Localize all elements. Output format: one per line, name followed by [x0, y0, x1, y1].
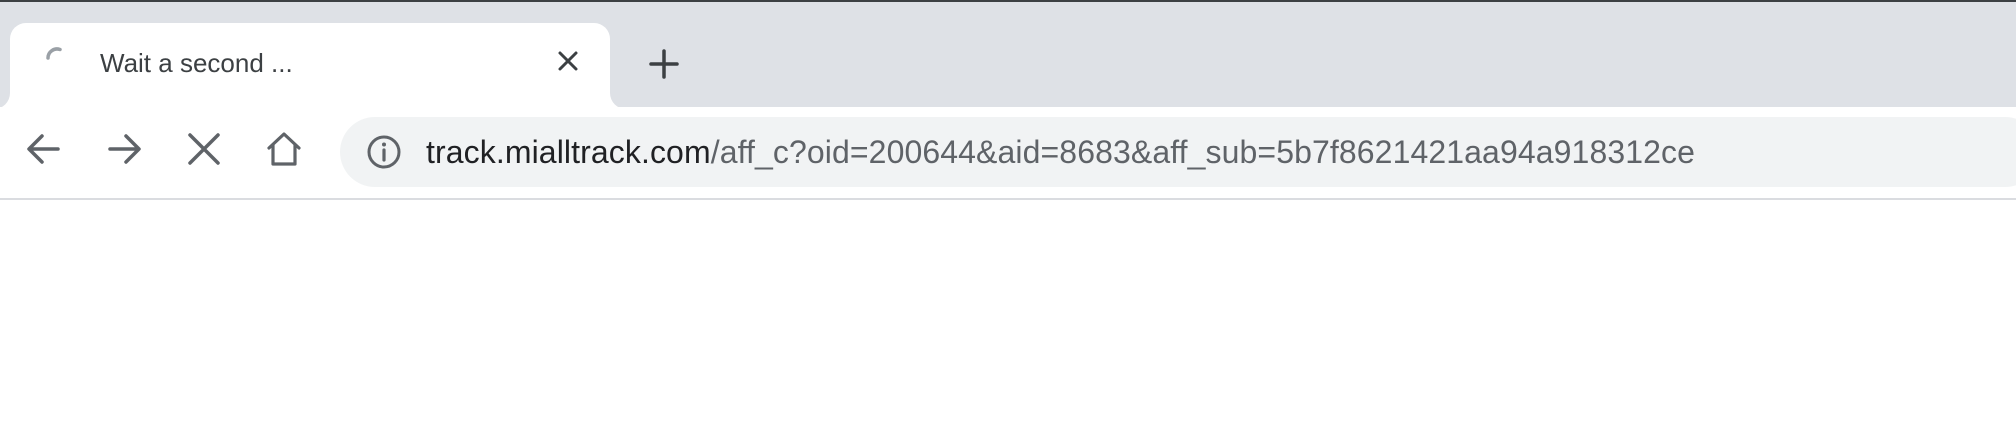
- tab-active[interactable]: Wait a second ...: [10, 23, 610, 109]
- toolbar: track.mialltrack.com/aff_c?oid=200644&ai…: [0, 107, 2016, 198]
- browser-window: Wait a second ... track.mialltrack.com/a…: [0, 0, 2016, 435]
- url-host: track.mialltrack.com: [426, 134, 711, 170]
- back-button[interactable]: [18, 125, 70, 177]
- arrow-right-icon: [104, 129, 144, 174]
- arrow-left-icon: [24, 129, 64, 174]
- url-text[interactable]: track.mialltrack.com/aff_c?oid=200644&ai…: [426, 134, 1695, 171]
- address-bar[interactable]: track.mialltrack.com/aff_c?oid=200644&ai…: [340, 117, 2016, 187]
- url-path: /aff_c?oid=200644&aid=8683&aff_sub=5b7f8…: [710, 134, 1696, 170]
- home-button[interactable]: [258, 125, 310, 177]
- stop-x-icon: [184, 129, 224, 174]
- tab-title: Wait a second ...: [100, 48, 293, 78]
- stop-button[interactable]: [178, 125, 230, 177]
- info-circle-icon[interactable]: [366, 134, 402, 170]
- spinner-icon: [44, 45, 70, 71]
- forward-button[interactable]: [98, 125, 150, 177]
- new-tab-button[interactable]: [644, 46, 684, 86]
- home-icon: [264, 129, 304, 174]
- plus-icon: [648, 48, 680, 85]
- tab-strip: Wait a second ...: [0, 2, 2016, 109]
- page-content: [0, 200, 2016, 435]
- close-icon[interactable]: [552, 45, 584, 77]
